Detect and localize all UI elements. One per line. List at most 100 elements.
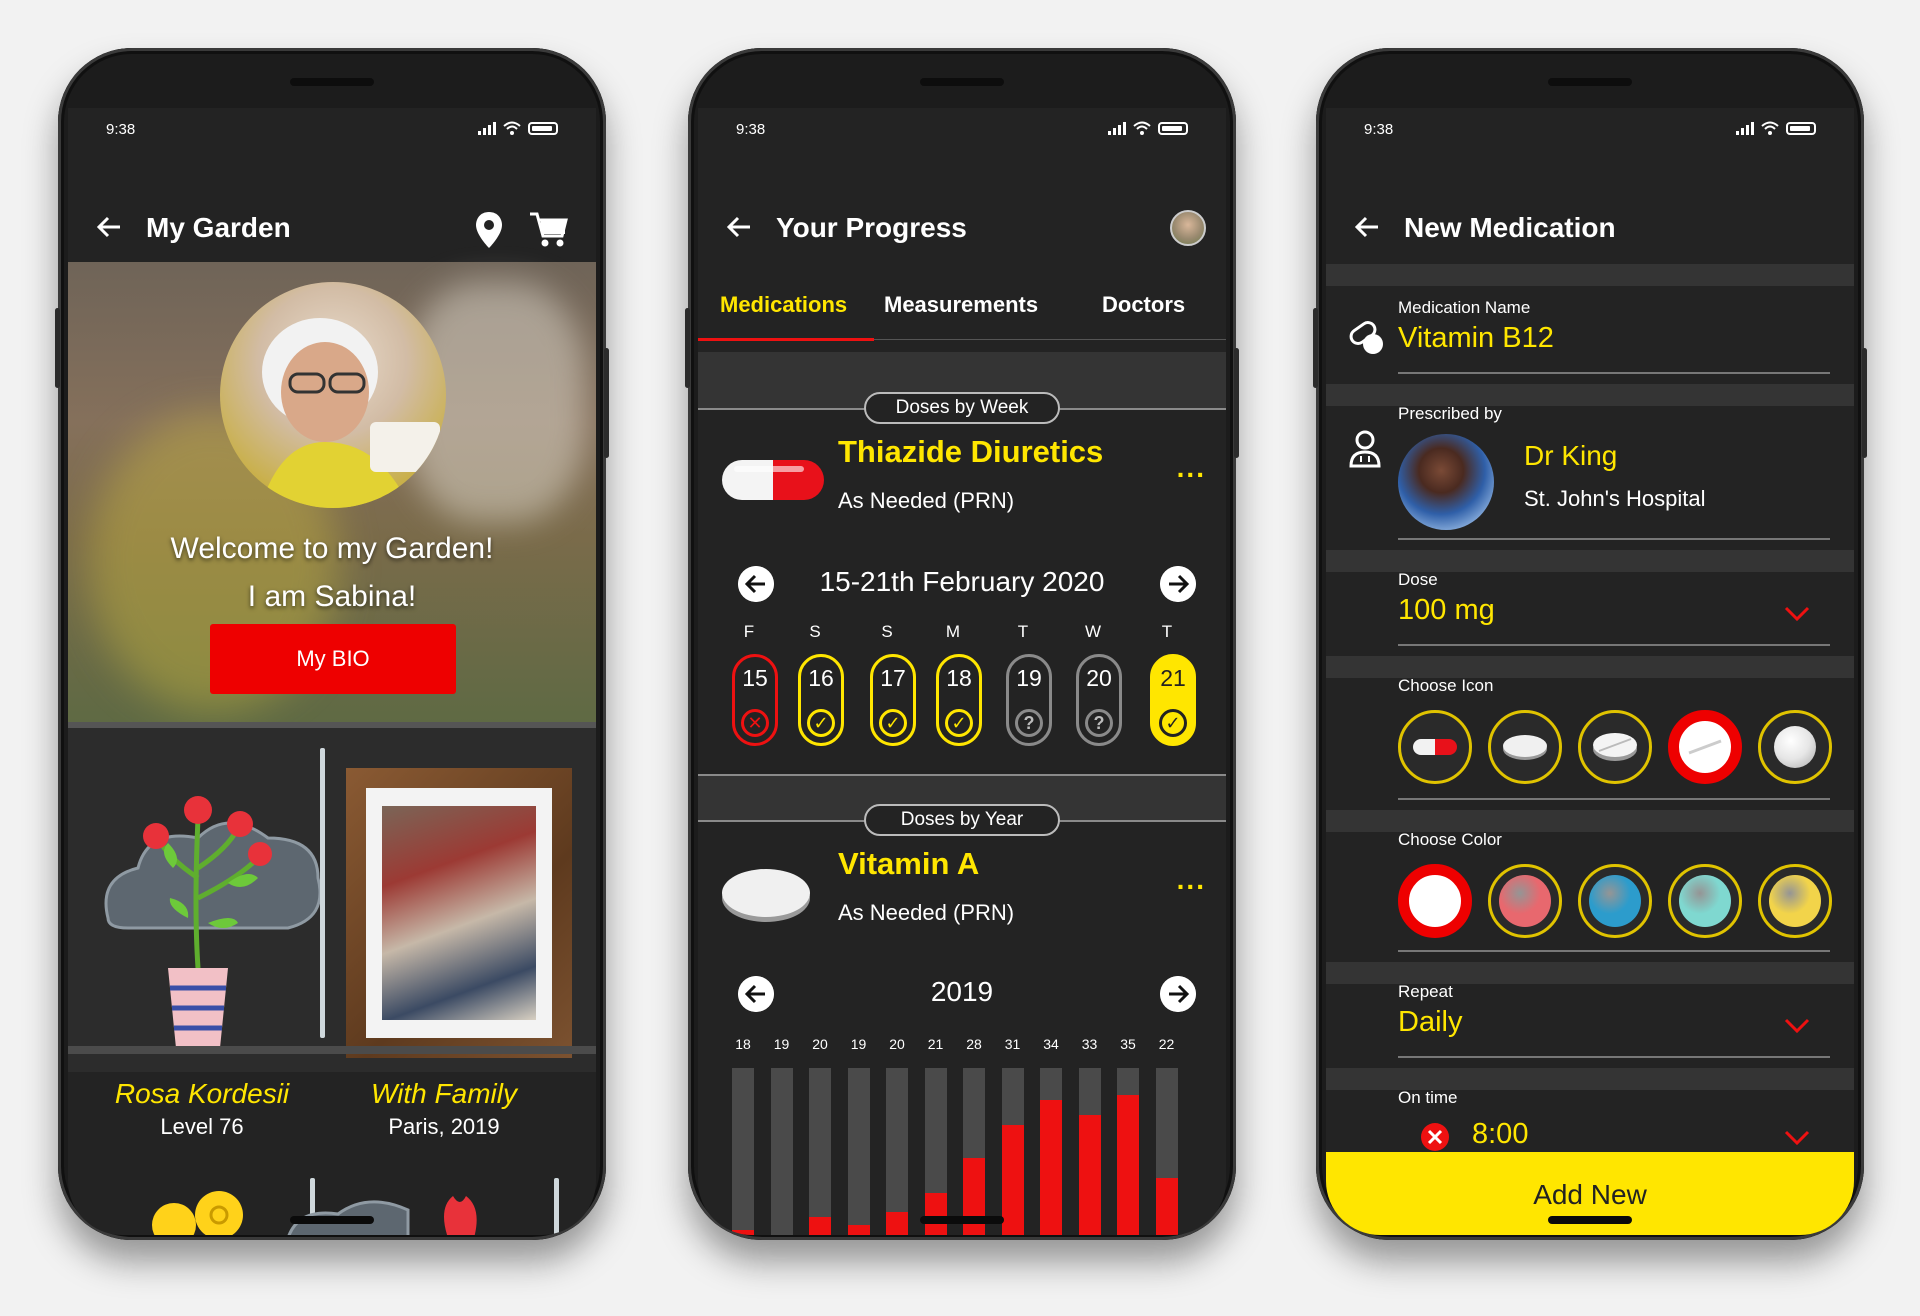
volume-button	[1313, 308, 1318, 388]
page-title: My Garden	[146, 212, 291, 243]
medication-name: Vitamin A	[838, 846, 980, 881]
screen: 9:38 My Garden Welcome to my Garden! I a…	[68, 108, 596, 1235]
chevron-down-icon[interactable]	[1784, 1018, 1810, 1034]
day-pill-unknown[interactable]: 19?	[1006, 654, 1052, 746]
more-options-icon[interactable]: ...	[1177, 452, 1206, 484]
day-number: 18	[946, 665, 972, 691]
oval-tablet-icon	[722, 869, 810, 922]
rose-plant-illustration[interactable]	[98, 758, 328, 1058]
medication-schedule: As Needed (PRN)	[838, 488, 1015, 513]
location-pin-icon[interactable]	[474, 210, 504, 250]
speaker	[920, 78, 1004, 86]
pills-icon	[1349, 321, 1383, 354]
day-number: 17	[880, 665, 906, 691]
color-option[interactable]	[1758, 864, 1832, 938]
power-button	[1862, 348, 1867, 458]
field-underline	[1398, 372, 1830, 374]
icon-option-round-tablet[interactable]	[1578, 710, 1652, 784]
bar-track	[924, 1068, 947, 1235]
tab-medications[interactable]: Medications	[720, 292, 847, 318]
bar-fill	[1117, 1095, 1139, 1235]
status-time: 9:38	[106, 121, 136, 138]
doses-by-week-label: Doses by Week	[864, 392, 1060, 424]
doctor-avatar[interactable]	[1398, 434, 1494, 530]
day-pill-unknown[interactable]: 20?	[1076, 654, 1122, 746]
color-option[interactable]	[1578, 864, 1652, 938]
power-button	[604, 348, 609, 458]
choose-color-label: Choose Color	[1398, 830, 1502, 849]
time-select[interactable]: 8:00	[1472, 1118, 1528, 1151]
speaker	[290, 78, 374, 86]
chevron-down-icon[interactable]	[1784, 1130, 1810, 1146]
icon-option-oval-tablet[interactable]	[1488, 710, 1562, 784]
back-arrow-icon[interactable]	[726, 214, 752, 240]
next-week-arrow-icon[interactable]	[1160, 566, 1196, 602]
cloud-tulip-illustration[interactable]	[278, 1188, 498, 1235]
welcome-text: Welcome to my Garden!	[170, 532, 494, 565]
phone-chin	[290, 1216, 374, 1224]
day-pill-taken[interactable]: 17 ✓	[870, 654, 916, 746]
item-title: With Family	[371, 1078, 517, 1109]
section-separator	[1326, 1068, 1854, 1090]
tab-measurements[interactable]: Measurements	[884, 292, 1038, 318]
day-pill-taken[interactable]: 16 ✓	[798, 654, 844, 746]
user-avatar[interactable]	[1170, 210, 1206, 246]
hospital-name: St. John's Hospital	[1524, 486, 1706, 511]
icon-option-capsule[interactable]	[1398, 710, 1472, 784]
day-pill-today[interactable]: 21 ✓	[1150, 654, 1196, 746]
next-year-arrow-icon[interactable]	[1160, 976, 1196, 1012]
bar-track	[1117, 1068, 1139, 1235]
oval-tablet-icon	[1503, 735, 1547, 760]
day-number: 21	[1160, 665, 1186, 691]
more-options-icon[interactable]: ...	[1177, 864, 1206, 896]
bar-fill	[809, 1217, 831, 1235]
my-bio-button[interactable]: My BIO	[210, 624, 456, 694]
daffodil-illustration[interactable]	[134, 1180, 264, 1235]
day-letter: M	[945, 622, 961, 641]
day-letter: S	[809, 622, 821, 641]
back-arrow-icon[interactable]	[1354, 214, 1380, 240]
bar-track	[1155, 1068, 1178, 1235]
color-option[interactable]	[1488, 864, 1562, 938]
bar-label: 34	[1043, 1036, 1059, 1052]
color-swatch	[1589, 875, 1641, 927]
family-photo-frame[interactable]	[346, 768, 572, 1058]
garden-item-rose[interactable]: Rosa Kordesii Level 76	[92, 1078, 312, 1140]
color-option[interactable]	[1398, 864, 1472, 938]
bar-fill	[732, 1230, 754, 1235]
phone-chin	[1548, 1216, 1632, 1224]
phone-chin	[920, 1216, 1004, 1224]
dose-select[interactable]: 100 mg	[1398, 594, 1495, 627]
bar-label: 20	[889, 1036, 905, 1052]
check-icon: ✓	[1159, 709, 1187, 737]
signal-icon	[478, 121, 496, 135]
repeat-select[interactable]: Daily	[1398, 1006, 1462, 1039]
cart-icon[interactable]	[528, 210, 568, 248]
day-letter: W	[1084, 622, 1102, 641]
day-pill-missed[interactable]: 15 ✕	[732, 654, 778, 746]
color-option[interactable]	[1668, 864, 1742, 938]
day-letter: T	[1161, 622, 1173, 641]
signal-icon	[1736, 121, 1754, 135]
bar-label: 33	[1081, 1036, 1098, 1052]
day-pill-taken[interactable]: 18 ✓	[936, 654, 982, 746]
color-swatch	[1499, 875, 1551, 927]
icon-option-round-pill[interactable]	[1668, 710, 1742, 784]
day-letter: S	[881, 622, 893, 641]
garden-item-family[interactable]: With Family Paris, 2019	[334, 1078, 554, 1140]
section-separator	[1326, 550, 1854, 572]
back-arrow-icon[interactable]	[96, 214, 122, 240]
choose-icon-label: Choose Icon	[1398, 676, 1494, 695]
section-separator	[1326, 264, 1854, 286]
app-bar: Your Progress	[698, 200, 1226, 258]
icon-option-sphere-pill[interactable]	[1758, 710, 1832, 784]
sphere-pill-icon	[1774, 726, 1816, 768]
capsule-icon	[1413, 739, 1457, 755]
day-number: 19	[1016, 665, 1042, 691]
medication-schedule: As Needed (PRN)	[838, 900, 1015, 925]
medication-name-input[interactable]: Vitamin B12	[1398, 322, 1554, 355]
tab-doctors[interactable]: Doctors	[1102, 292, 1185, 318]
remove-time-icon[interactable]	[1420, 1122, 1450, 1152]
doses-by-year-label: Doses by Year	[864, 804, 1060, 836]
chevron-down-icon[interactable]	[1784, 606, 1810, 622]
